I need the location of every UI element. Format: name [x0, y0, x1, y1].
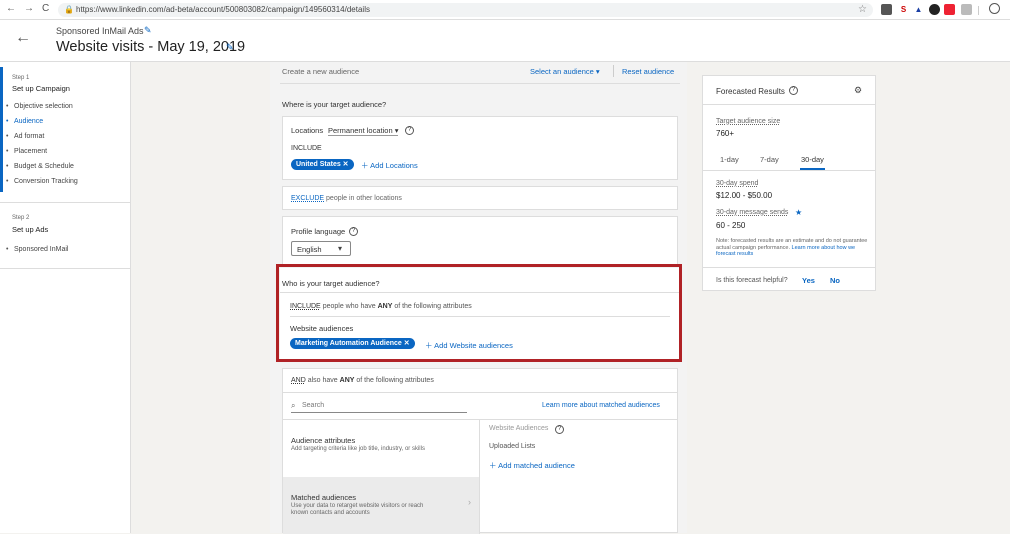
browser-toolbar: ← → C 🔒 https://www.linkedin.com/ad-beta…: [0, 0, 1010, 20]
star-badge-icon: ★: [795, 208, 803, 217]
forward-icon[interactable]: →: [24, 3, 34, 14]
nav-item-conversion[interactable]: Conversion Tracking: [6, 178, 78, 185]
add-locations-link[interactable]: ＋ Add Locations: [361, 160, 418, 171]
language-select[interactable]: English ▾: [291, 241, 351, 256]
extension-icon-4[interactable]: [929, 4, 940, 15]
forecast-note: Note: forecasted results are an estimate…: [716, 238, 868, 257]
forecast-divider: [703, 104, 875, 105]
header-divider: [613, 65, 614, 77]
location-pill[interactable]: United States ✕: [291, 159, 354, 170]
nav-item-budget[interactable]: Budget & Schedule: [6, 163, 74, 170]
reset-audience-link[interactable]: Reset audience: [622, 67, 674, 76]
step-1-title: Set up Campaign: [12, 84, 70, 93]
tab-7-day[interactable]: 7-day: [760, 155, 779, 170]
spend-label: 30-day spend: [716, 180, 759, 187]
campaign-name: Website visits - May 19, 2019: [56, 39, 246, 55]
search-input[interactable]: ⌕ Search: [291, 398, 467, 413]
extension-icon-2[interactable]: S: [898, 4, 909, 15]
create-new-audience-label: Create a new audience: [282, 67, 360, 76]
locations-label: Locations: [291, 126, 324, 135]
helpful-no-button[interactable]: No: [830, 276, 840, 285]
profile-language-label: Profile language: [291, 227, 346, 236]
forecast-title: Forecasted Results: [716, 87, 785, 96]
learn-more-matched-link[interactable]: Learn more about matched audiences: [542, 402, 660, 409]
top-divider: [280, 83, 680, 84]
and-attributes-text: AND also have ANY of the following attri…: [291, 377, 434, 384]
extension-icon-5[interactable]: [944, 4, 955, 15]
nav-item-objective[interactable]: Objective selection: [6, 103, 73, 110]
step-2-title: Set up Ads: [12, 225, 49, 234]
left-step-nav: Step 1 Set up Campaign Objective selecti…: [0, 62, 131, 533]
sends-label: 30-day message sends: [716, 209, 789, 216]
star-icon[interactable]: ☆: [858, 4, 867, 15]
language-help-icon[interactable]: ?: [349, 227, 358, 236]
helpful-question: Is this forecast helpful?: [716, 277, 788, 284]
lock-icon: 🔒: [64, 5, 74, 14]
language-value: English: [297, 245, 322, 254]
and-divider: [283, 392, 677, 393]
locations-card: Locations Permanent location ▾ ? INCLUDE…: [282, 116, 678, 180]
reload-icon[interactable]: C: [42, 3, 49, 14]
toolbar-divider: [978, 6, 979, 15]
back-arrow-icon[interactable]: ←: [15, 29, 31, 47]
nav-item-placement[interactable]: Placement: [6, 148, 47, 155]
select-audience-dropdown[interactable]: Select an audience ▾: [530, 67, 600, 76]
campaign-header: ← Sponsored InMail Ads ✎ Website visits …: [0, 20, 1010, 62]
column-divider: [479, 419, 480, 534]
add-matched-audience-link[interactable]: ＋ Add matched audience: [489, 460, 575, 471]
matched-title: Matched audiences: [291, 493, 357, 502]
step-1-label: Step 1: [12, 75, 30, 81]
where-audience-title: Where is your target audience?: [282, 100, 387, 109]
tab-1-day[interactable]: 1-day: [720, 155, 739, 170]
helpful-yes-button[interactable]: Yes: [802, 276, 815, 285]
note-divider: [703, 267, 875, 268]
attributes-title: Audience attributes: [291, 436, 356, 445]
back-icon[interactable]: ←: [6, 3, 16, 14]
forecasted-results-panel: Forecasted Results ? ⚙ Target audience s…: [702, 75, 876, 291]
active-step-indicator: [0, 67, 3, 192]
help-icon[interactable]: ?: [405, 126, 414, 135]
address-bar[interactable]: 🔒 https://www.linkedin.com/ad-beta/accou…: [58, 3, 873, 17]
url-text: https://www.linkedin.com/ad-beta/account…: [76, 5, 370, 14]
nav-item-ad-format[interactable]: Ad format: [6, 133, 44, 140]
search-icon: ⌕: [291, 401, 296, 410]
and-attributes-card: AND also have ANY of the following attri…: [282, 368, 678, 534]
spend-value: $12.00 - $50.00: [716, 191, 773, 200]
sends-value: 60 - 250: [716, 221, 746, 230]
step-2-label: Step 2: [12, 215, 30, 221]
matched-desc: Use your data to retarget website visito…: [291, 503, 424, 516]
tab-30-day[interactable]: 30-day: [800, 155, 825, 170]
target-size-label: Target audience size: [716, 118, 781, 125]
nav-item-audience[interactable]: Audience: [6, 118, 43, 125]
extension-icon-1[interactable]: [881, 4, 892, 15]
target-size-value: 760+: [716, 129, 735, 138]
profile-icon[interactable]: [989, 3, 1000, 14]
edit-type-pencil-icon[interactable]: ✎: [144, 25, 152, 36]
website-help-icon[interactable]: ?: [555, 425, 564, 434]
tabs-divider: [703, 170, 875, 171]
edit-name-pencil-icon[interactable]: ✎: [226, 42, 234, 53]
forecast-help-icon[interactable]: ?: [789, 86, 798, 95]
step-divider-2: [0, 268, 131, 269]
campaign-type: Sponsored InMail Ads: [56, 26, 144, 36]
include-label: INCLUDE: [291, 145, 322, 152]
highlight-box: [276, 264, 682, 362]
search-placeholder: Search: [302, 402, 325, 409]
gear-icon[interactable]: ⚙: [854, 85, 862, 96]
exclude-card[interactable]: EXCLUDE people in other locations: [282, 186, 678, 210]
attributes-desc: Add targeting criteria like job title, i…: [291, 446, 425, 452]
nav-item-sponsored-inmail[interactable]: Sponsored InMail: [6, 246, 69, 253]
location-type-dropdown[interactable]: Permanent location ▾: [328, 126, 399, 136]
matched-audiences-option[interactable]: Matched audiences Use your data to retar…: [283, 477, 479, 534]
uploaded-lists-label: Uploaded Lists: [489, 443, 536, 450]
chevron-right-icon: ›: [468, 497, 471, 507]
audience-attributes-option[interactable]: Audience attributes Add targeting criter…: [283, 420, 479, 477]
extension-icon-3[interactable]: ▲: [913, 4, 924, 15]
exclude-text: EXCLUDE people in other locations: [291, 195, 402, 202]
step-divider: [0, 202, 131, 203]
profile-language-card: Profile language ? English ▾: [282, 216, 678, 266]
website-audiences-header: Website Audiences: [489, 425, 549, 432]
extension-icon-6[interactable]: [961, 4, 972, 15]
chevron-down-icon: ▾: [338, 244, 343, 253]
